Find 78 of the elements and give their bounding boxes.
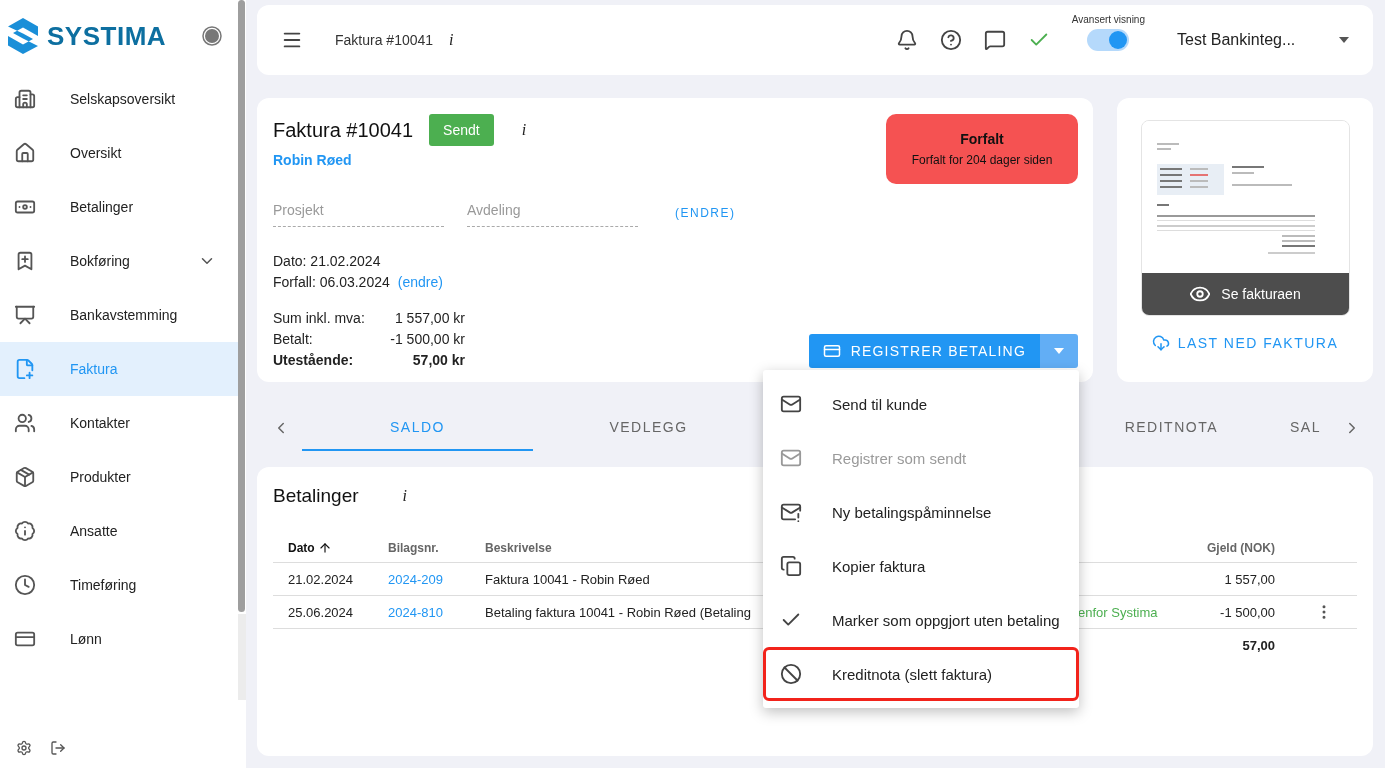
id-badge-icon (14, 520, 36, 542)
page-title: Faktura #10041 (335, 32, 434, 48)
tab[interactable]: SAL (1268, 404, 1343, 451)
cloud-download-icon (1151, 334, 1170, 352)
sum-label: Utestående: (273, 352, 355, 368)
sum-value: -1 500,00 kr (389, 331, 465, 347)
info-glyph[interactable]: i (521, 121, 527, 139)
menu-item[interactable]: Kopier faktura (763, 539, 1079, 593)
company-selector[interactable]: Test Bankinteg... (1177, 31, 1317, 49)
logout-icon[interactable] (50, 740, 66, 756)
document-plus-icon (14, 358, 36, 380)
chat-icon[interactable] (983, 29, 1006, 51)
sidebar-item[interactable]: Lønn (0, 612, 238, 666)
mail-alert-icon (780, 501, 802, 523)
copy-icon (780, 555, 802, 577)
menu-item[interactable]: Kreditnota (slett faktura) (763, 647, 1079, 701)
help-icon[interactable] (939, 29, 962, 51)
section-title: Betalinger (273, 485, 359, 507)
table-cell: Faktura 10041 - Robin Røed (485, 571, 650, 587)
column-header[interactable]: Dato (273, 541, 373, 562)
settings-icon[interactable] (16, 740, 32, 756)
sidebar-item[interactable]: Timeføring (0, 558, 238, 612)
table-cell-text: -1 500,00 (1219, 603, 1276, 622)
dropdown-toggle-button[interactable] (1040, 334, 1078, 368)
menu-item[interactable]: Marker som oppgjort uten betaling (763, 593, 1079, 647)
home-icon (14, 142, 36, 164)
sidebar-item[interactable]: Bankavstemming (0, 288, 238, 342)
sidebar-item[interactable]: Kontakter (0, 396, 238, 450)
logo-icon (7, 17, 39, 55)
mail-icon (780, 447, 802, 469)
logo-text: SYSTIMA (47, 20, 167, 52)
table-cell-text: 21.02.2024 (287, 570, 355, 589)
sidebar-item[interactable]: Ansatte (0, 504, 238, 558)
view-invoice-button[interactable]: Se fakturaen (1141, 273, 1349, 315)
table-cell-text: 1 557,00 (1223, 570, 1276, 589)
input-field[interactable]: Avdeling (467, 198, 638, 227)
table-cell-text: enfor Systima (1077, 603, 1159, 622)
sum-label: Sum inkl. mva: (273, 310, 366, 326)
status-badge: Sendt (429, 114, 494, 146)
sum-value: 1 557,00 kr (393, 310, 465, 326)
toggle-label: Avansert visning (1071, 13, 1145, 25)
caret-down-icon (1054, 348, 1064, 354)
table-cell-text: 25.06.2024 (287, 603, 355, 622)
info-glyph[interactable]: i (449, 31, 454, 49)
bell-icon[interactable] (895, 29, 918, 51)
sidebar-item[interactable]: Produkter (0, 450, 238, 504)
clock-icon (14, 574, 36, 596)
menu-item[interactable]: Send til kunde (763, 377, 1079, 431)
mail-icon (780, 393, 802, 415)
table-cell: Betaling faktura 10041 - Robin Røed (Betaling (485, 604, 751, 620)
sidebar-item[interactable]: Betalinger (0, 180, 238, 234)
sum-label: Betalt: (273, 331, 314, 347)
sidebar-item[interactable]: Oversikt (0, 126, 238, 180)
sidebar-item[interactable]: Selskapsoversikt (0, 72, 238, 126)
column-header[interactable]: Gjeld (NOK) (1180, 541, 1290, 562)
sidebar-item[interactable]: Bokføring (0, 234, 238, 288)
scrollbar-thumb[interactable] (238, 0, 245, 612)
building-icon (14, 88, 36, 110)
invoice-title: Faktura #10041 (273, 118, 414, 142)
input-field[interactable]: Prosjekt (273, 198, 444, 227)
total-value: 57,00 (1241, 636, 1276, 655)
menu-item[interactable]: Ny betalingspåminnelse (763, 485, 1079, 539)
people-icon (14, 412, 36, 434)
caret-down-icon[interactable] (1339, 37, 1349, 43)
overdue-text: Forfalt for 204 dager siden (911, 153, 1053, 167)
tab[interactable]: VEDLEGG (533, 404, 764, 451)
overdue-title: Forfalt (960, 131, 1004, 147)
box-icon (14, 466, 36, 488)
due-date: Forfall: 06.03.2024 (273, 274, 390, 290)
presenter-icon (14, 304, 36, 326)
invoice-date: Dato: 21.02.2024 (273, 253, 381, 269)
info-glyph[interactable]: i (402, 487, 407, 505)
toggle-switch[interactable] (1087, 28, 1130, 51)
record-icon[interactable] (202, 26, 222, 46)
card-icon (822, 342, 841, 360)
column-header[interactable]: Bilagsnr. (373, 541, 470, 562)
sum-value: 57,00 kr (411, 352, 465, 368)
ban-icon (780, 663, 802, 685)
